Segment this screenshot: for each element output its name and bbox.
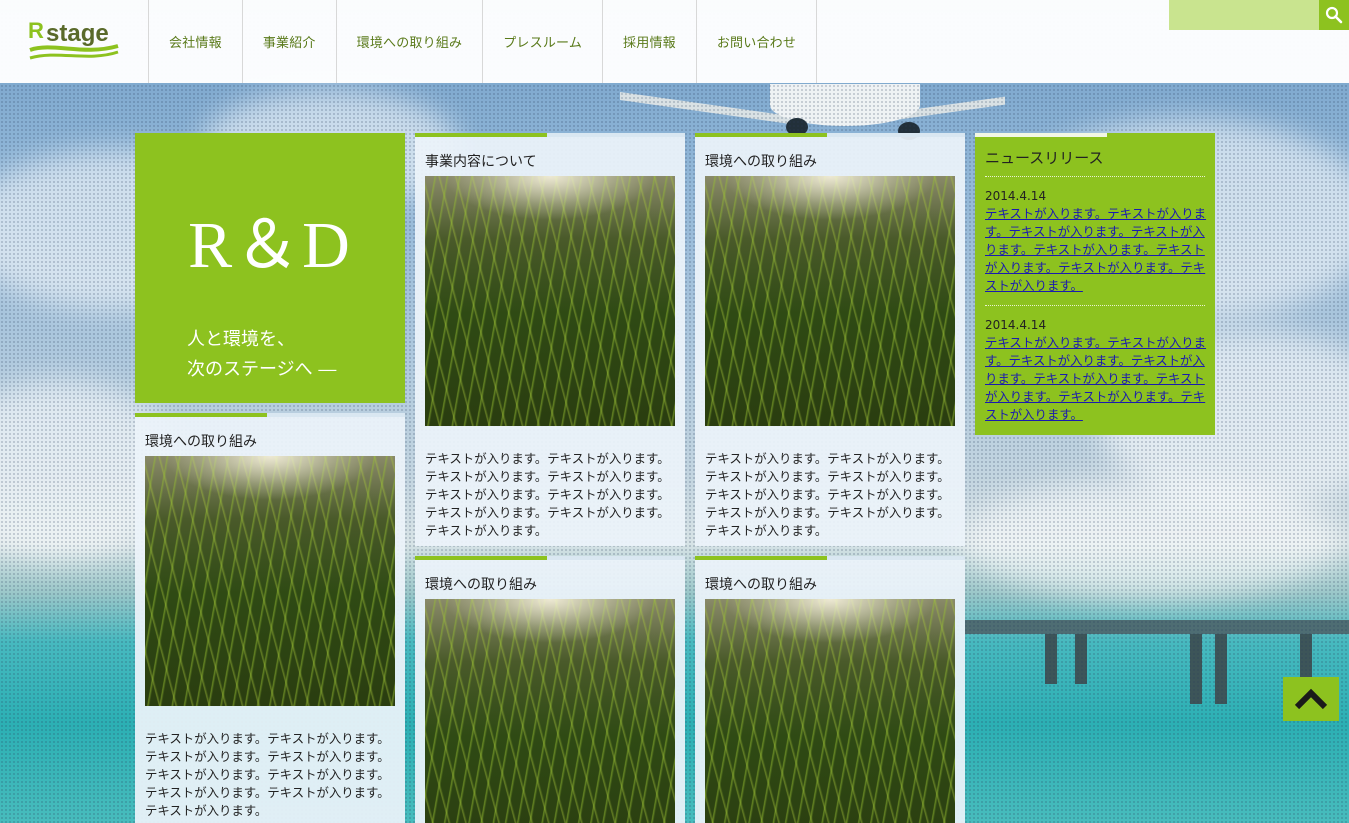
search-button[interactable] xyxy=(1319,0,1349,30)
chevron-up-icon xyxy=(1294,688,1328,710)
main-nav: 会社情報 事業紹介 環境への取り組み プレスルーム 採用情報 お問い合わせ xyxy=(148,0,818,83)
news-date: 2014.4.14 xyxy=(985,318,1047,332)
nav-item-environment[interactable]: 環境への取り組み xyxy=(335,0,483,83)
hero-title: R＆D xyxy=(188,209,352,282)
card-title: 環境への取り組み xyxy=(145,434,257,450)
search-input[interactable] xyxy=(1169,0,1319,30)
hero-tagline-line1: 人と環境を、 xyxy=(187,329,295,350)
card-photo xyxy=(145,456,395,706)
news-link[interactable]: テキストが入ります。テキストが入ります。テキストが入ります。テキストが入ります。… xyxy=(985,205,1207,295)
card-photo xyxy=(425,599,675,823)
nav-item-company[interactable]: 会社情報 xyxy=(148,0,242,83)
card-title: 環境への取り組み xyxy=(705,577,817,593)
search-icon xyxy=(1325,6,1343,24)
divider xyxy=(985,176,1205,177)
card-title: 環境への取り組み xyxy=(425,577,537,593)
news-title: ニュースリリース xyxy=(985,149,1104,167)
card-environment-3[interactable]: 環境への取り組み xyxy=(415,556,685,823)
nav-item-contact[interactable]: お問い合わせ xyxy=(695,0,818,83)
card-text: テキストが入ります。テキストが入ります。テキストが入ります。テキストが入ります。… xyxy=(705,451,950,538)
news-panel: ニュースリリース 2014.4.14 テキストが入ります。テキストが入ります。テ… xyxy=(975,133,1215,435)
page-top-button[interactable] xyxy=(1283,677,1339,721)
divider xyxy=(985,305,1205,306)
card-title: 事業内容について xyxy=(425,154,537,170)
hero-panel: R＆D 人と環境を、 次のステージへ ― xyxy=(135,133,405,403)
card-photo xyxy=(425,176,675,426)
card-environment-1[interactable]: 環境への取り組み テキストが入ります。テキストが入ります。テキストが入ります。テ… xyxy=(135,413,405,823)
card-photo xyxy=(705,599,955,823)
card-business[interactable]: 事業内容について テキストが入ります。テキストが入ります。テキストが入ります。テ… xyxy=(415,133,685,546)
card-photo xyxy=(705,176,955,426)
nav-item-press[interactable]: プレスルーム xyxy=(482,0,602,83)
nav-item-recruit[interactable]: 採用情報 xyxy=(602,0,696,83)
news-date: 2014.4.14 xyxy=(985,189,1047,203)
card-text: テキストが入ります。テキストが入ります。テキストが入ります。テキストが入ります。… xyxy=(145,731,390,818)
card-environment-2[interactable]: 環境への取り組み テキストが入ります。テキストが入ります。テキストが入ります。テ… xyxy=(695,133,965,546)
nav-item-business[interactable]: 事業紹介 xyxy=(241,0,336,83)
site-header: R stage 会社情報 事業紹介 環境への取り組み プレスルーム 採用情報 お… xyxy=(0,0,1349,83)
news-link[interactable]: テキストが入ります。テキストが入ります。テキストが入ります。テキストが入ります。… xyxy=(985,334,1207,424)
site-logo[interactable]: R stage xyxy=(28,16,122,66)
logo-wave-icon xyxy=(29,44,119,60)
card-environment-4[interactable]: 環境への取り組み xyxy=(695,556,965,823)
card-title: 環境への取り組み xyxy=(705,154,817,170)
hero-tagline-line2: 次のステージへ ― xyxy=(187,359,337,380)
card-text: テキストが入ります。テキストが入ります。テキストが入ります。テキストが入ります。… xyxy=(425,451,670,538)
